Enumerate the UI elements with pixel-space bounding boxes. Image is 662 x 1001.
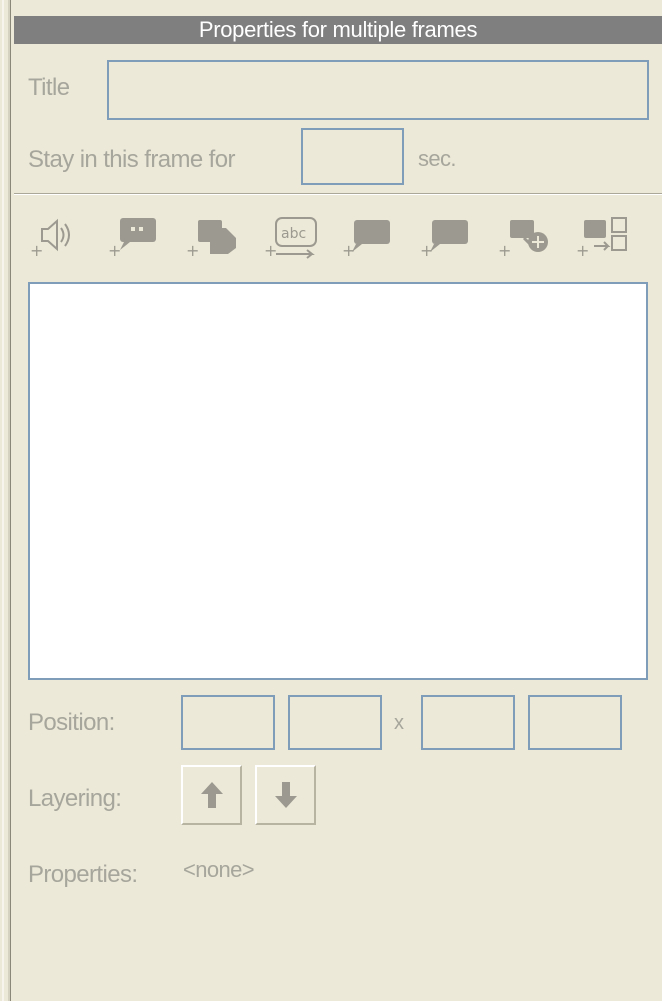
properties-label: Properties: [28, 861, 138, 888]
arrow-down-icon [274, 782, 297, 808]
layering-label: Layering: [28, 785, 122, 812]
svg-text:+: + [576, 241, 589, 260]
properties-panel: Properties for multiple frames Title Sta… [0, 0, 662, 1001]
add-highlight-icon[interactable]: + [184, 212, 242, 262]
add-action-icon[interactable]: + [574, 212, 632, 262]
svg-text:+: + [186, 241, 199, 260]
splitter-edge[interactable] [0, 0, 11, 1001]
position-y-field[interactable] [288, 695, 382, 750]
send-backward-button[interactable] [255, 765, 316, 825]
position-x-field[interactable] [181, 695, 275, 750]
size-width-field[interactable] [421, 695, 515, 750]
size-separator: x [394, 712, 404, 734]
add-box-alt-icon[interactable]: + [418, 212, 476, 262]
size-height-field[interactable] [528, 695, 622, 750]
svg-text:+: + [108, 241, 121, 260]
svg-text:+: + [498, 241, 511, 260]
bring-forward-button[interactable] [181, 765, 242, 825]
stay-duration-field[interactable] [301, 128, 404, 185]
add-sound-icon[interactable]: + [28, 212, 86, 262]
properties-value: <none> [183, 857, 255, 882]
add-object-toolbar: + + + + abc + + + + [28, 212, 648, 262]
section-divider [14, 193, 662, 195]
svg-text:+: + [264, 241, 277, 260]
add-text-icon[interactable]: + abc [262, 212, 320, 262]
arrow-up-icon [200, 782, 223, 808]
title-field[interactable] [107, 60, 649, 120]
add-box-icon[interactable]: + [340, 212, 398, 262]
stay-unit-label: sec. [418, 146, 457, 171]
svg-text:+: + [30, 241, 43, 260]
svg-text:abc: abc [281, 226, 306, 242]
add-callout-icon[interactable]: + [106, 212, 164, 262]
panel-title: Properties for multiple frames [14, 16, 662, 44]
add-link-icon[interactable]: + [496, 212, 554, 262]
stay-label: Stay in this frame for [28, 146, 235, 173]
object-list[interactable] [28, 282, 648, 680]
title-label: Title [28, 74, 70, 101]
position-label: Position: [28, 709, 115, 736]
